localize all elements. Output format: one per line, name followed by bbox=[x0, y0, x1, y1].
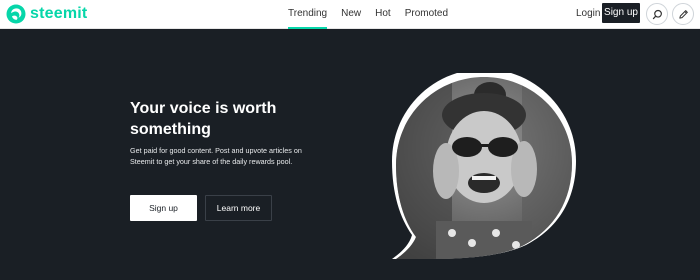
hero-section: Your voice is worth something Get paid f… bbox=[0, 29, 700, 280]
pencil-icon bbox=[678, 9, 688, 19]
signup-button-header[interactable]: Sign up bbox=[602, 3, 640, 23]
nav-item-promoted[interactable]: Promoted bbox=[405, 0, 448, 29]
nav-item-new[interactable]: New bbox=[341, 0, 361, 29]
login-link[interactable]: Login bbox=[576, 0, 600, 29]
learn-more-button[interactable]: Learn more bbox=[205, 195, 272, 221]
search-icon bbox=[652, 9, 662, 19]
hero-description: Get paid for good content. Post and upvo… bbox=[130, 146, 302, 166]
search-button[interactable] bbox=[646, 3, 668, 25]
steemit-logo[interactable]: steemit bbox=[6, 4, 87, 24]
woman-smiling-photo bbox=[392, 73, 576, 259]
nav-item-hot[interactable]: Hot bbox=[375, 0, 391, 29]
write-post-button[interactable] bbox=[672, 3, 694, 25]
hero-title: Your voice is worth something bbox=[130, 100, 277, 138]
main-nav: Trending New Hot Promoted bbox=[288, 0, 462, 29]
nav-item-trending[interactable]: Trending bbox=[288, 0, 328, 29]
top-navigation-bar: steemit Trending New Hot Promoted Login … bbox=[0, 0, 700, 29]
signup-button[interactable]: Sign up bbox=[130, 195, 197, 221]
steemit-logo-icon bbox=[6, 4, 26, 24]
brand-name: steemit bbox=[30, 5, 88, 22]
